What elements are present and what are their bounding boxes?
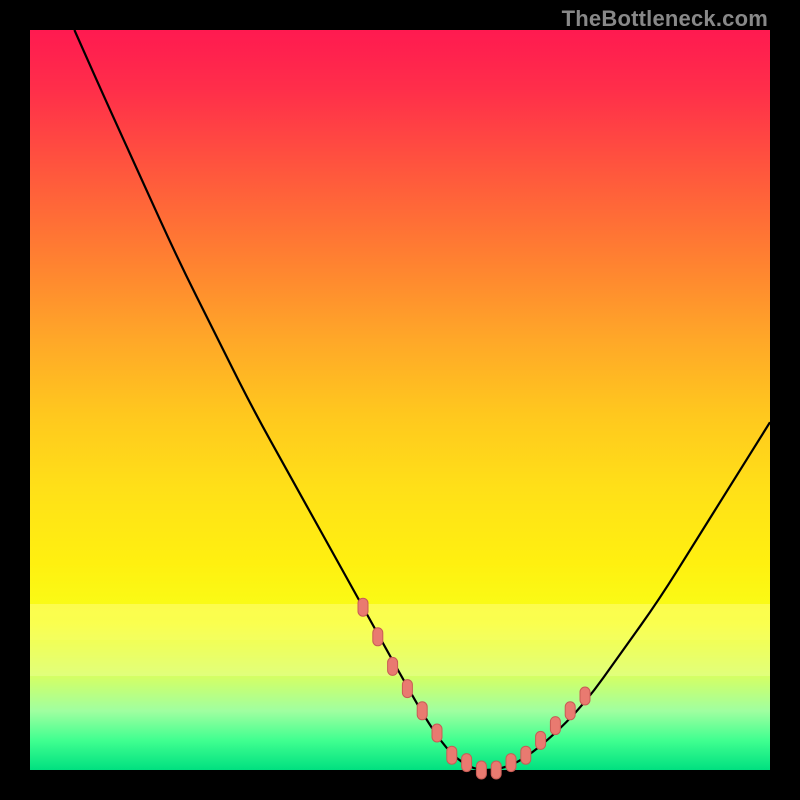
- chart-frame: TheBottleneck.com: [0, 0, 800, 800]
- curve-marker: [491, 761, 501, 779]
- watermark-text: TheBottleneck.com: [562, 6, 768, 32]
- curve-marker: [417, 702, 427, 720]
- curve-marker: [432, 724, 442, 742]
- curve-marker: [358, 598, 368, 616]
- curve-marker: [580, 687, 590, 705]
- curve-marker: [536, 731, 546, 749]
- curve-marker: [373, 628, 383, 646]
- curve-marker: [462, 754, 472, 772]
- curve-marker: [447, 746, 457, 764]
- curve-marker: [476, 761, 486, 779]
- curve-marker: [565, 702, 575, 720]
- curve-marker: [388, 657, 398, 675]
- curve-marker: [521, 746, 531, 764]
- curve-marker: [550, 717, 560, 735]
- curve-marker: [402, 680, 412, 698]
- chart-svg: [30, 30, 770, 770]
- bottleneck-curve: [74, 30, 770, 770]
- highlighted-markers: [358, 598, 590, 779]
- curve-marker: [506, 754, 516, 772]
